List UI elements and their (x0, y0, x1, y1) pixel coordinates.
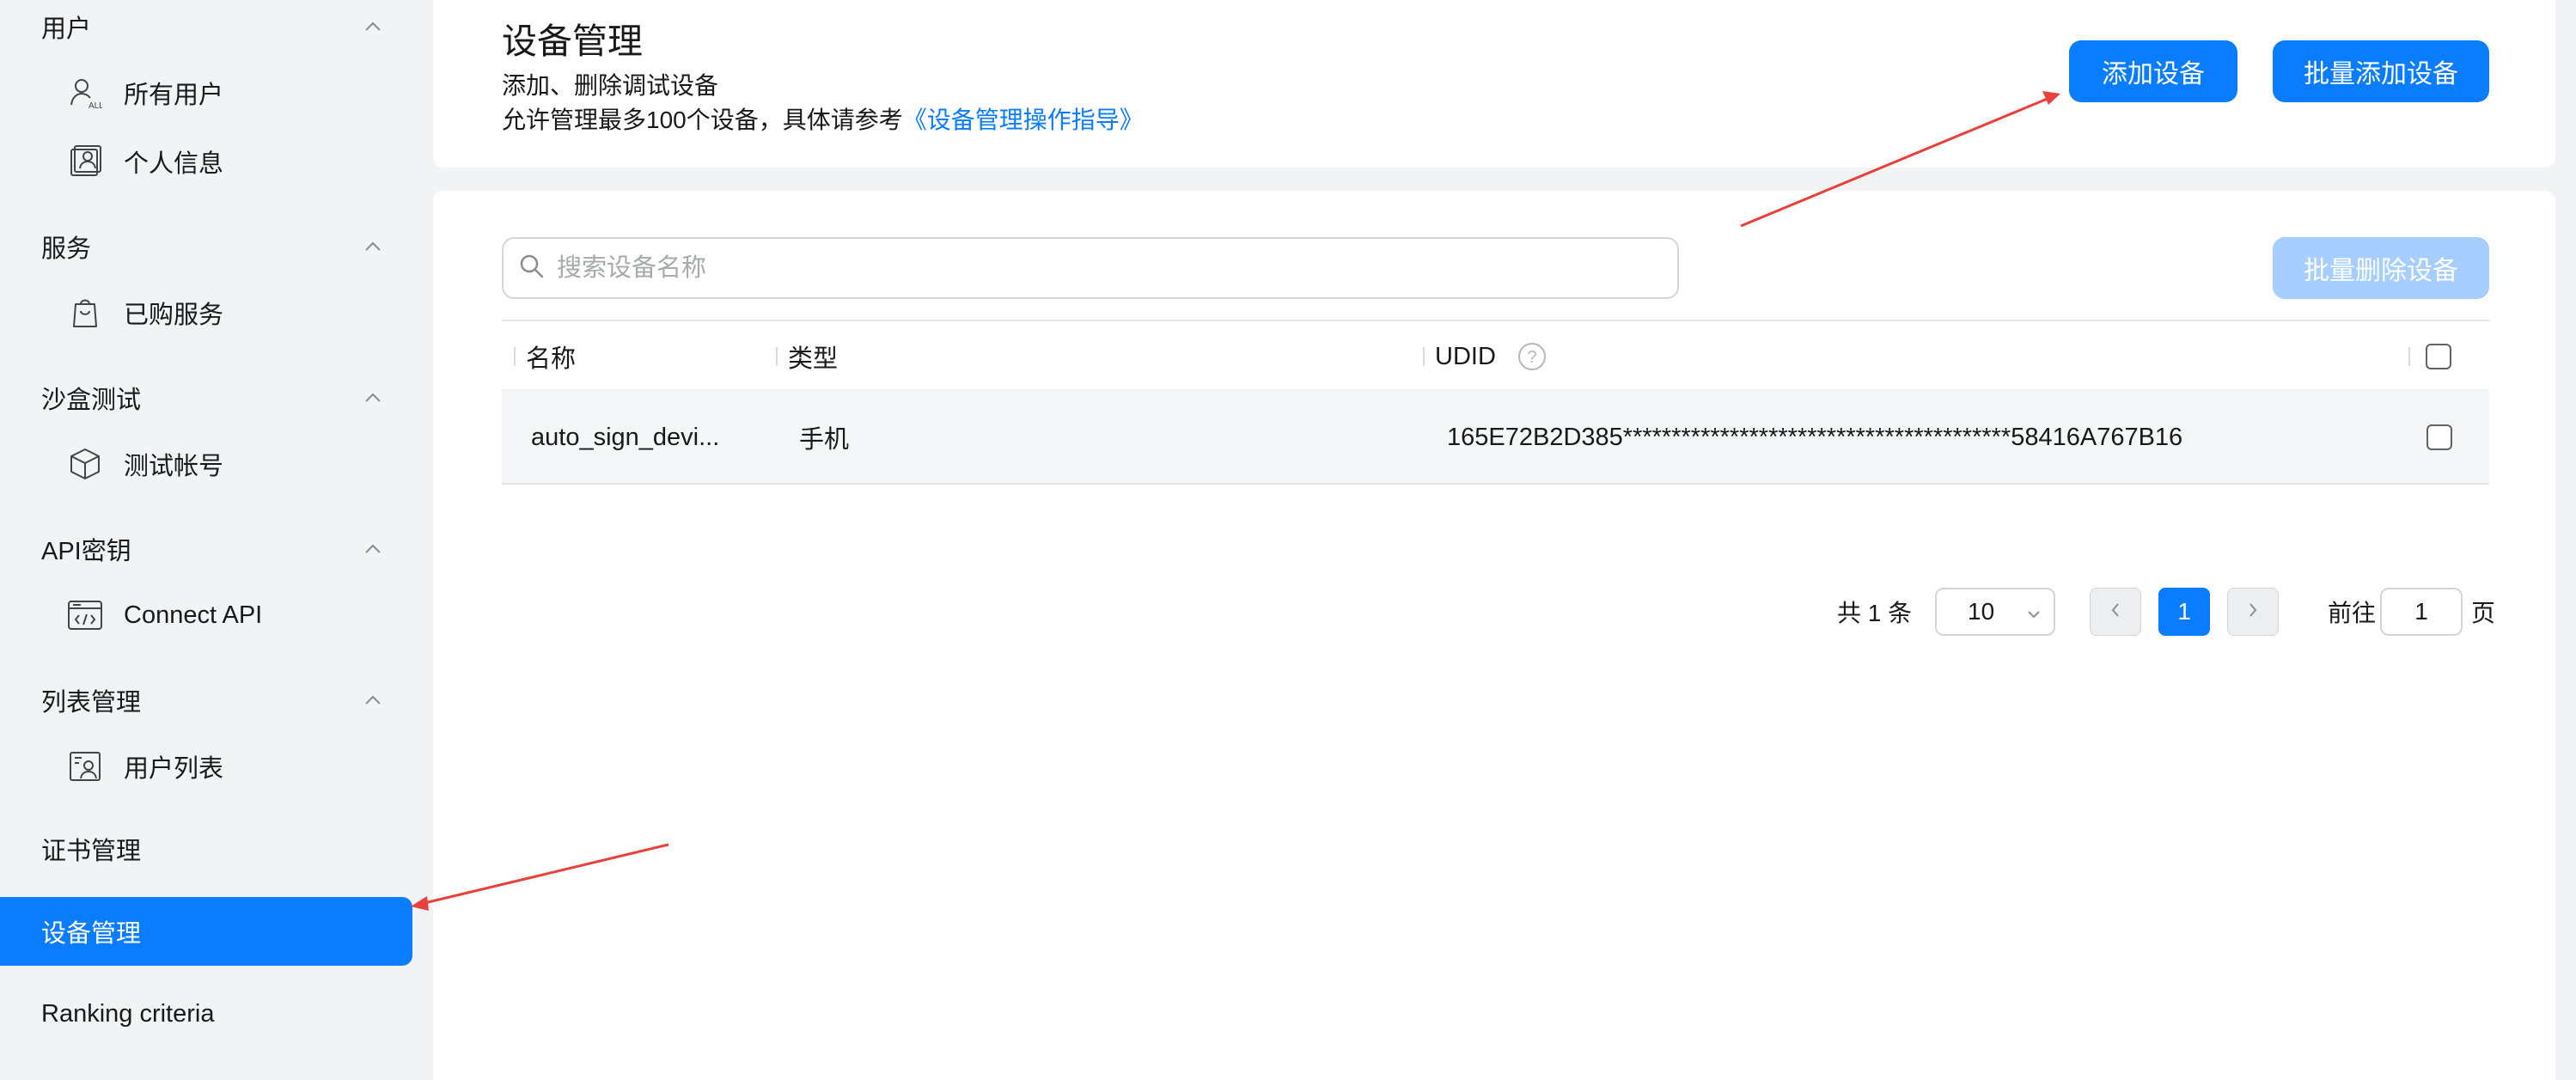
page-limit-text: 允许管理最多100个设备，具体请参考《设备管理操作指导》 (502, 101, 1144, 136)
user-list-icon (67, 748, 103, 784)
code-window-icon (67, 597, 103, 633)
search-icon (519, 253, 545, 284)
batch-add-device-button[interactable]: 批量添加设备 (2273, 40, 2489, 102)
sidebar-group-label: API密钥 (41, 538, 131, 565)
sidebar-item-user-list[interactable]: 用户列表 (67, 742, 411, 790)
sidebar-group-label: 用户 (41, 15, 92, 43)
column-header-label: 类型 (788, 345, 839, 373)
column-divider (2408, 347, 2410, 366)
help-icon[interactable]: ? (1517, 341, 1547, 372)
goto-page-input[interactable]: 1 (2380, 588, 2463, 636)
column-divider (776, 347, 778, 366)
sidebar-item-label: 测试帐号 (124, 453, 224, 480)
column-header-label: UDID (1435, 342, 1496, 370)
sidebar-item-connect-api[interactable]: Connect API (67, 591, 411, 639)
column-divider-select (2408, 321, 2420, 392)
chevron-up-icon (361, 15, 385, 39)
column-header-label: 名称 (526, 345, 577, 373)
sidebar: 用户 ALL 所有用户 个人信息 服务 已购服务 沙盒测试 测试帐号 API密钥… (0, 0, 433, 1080)
sidebar-item-label: 证书管理 (41, 838, 142, 865)
cell-device-name: auto_sign_devi... (531, 423, 720, 451)
chevron-up-icon (361, 688, 385, 712)
sidebar-group-api-keys[interactable]: API密钥 (41, 528, 385, 570)
limit-text: 允许管理最多100个设备，具体请参考 (502, 107, 903, 133)
guide-link[interactable]: 《设备管理操作指导》 (903, 107, 1144, 133)
sidebar-item-device-management[interactable]: 设备管理 (0, 897, 412, 966)
select-all-checkbox[interactable] (2426, 344, 2451, 369)
device-list-card: 批量删除设备 名称 类型 UDID ? aut (433, 191, 2555, 1080)
sidebar-item-purchased-services[interactable]: 已购服务 (67, 289, 411, 337)
search-box[interactable] (502, 237, 1679, 299)
sidebar-item-test-account[interactable]: 测试帐号 (67, 440, 411, 488)
page-header-card: 设备管理 添加、删除调试设备 允许管理最多100个设备，具体请参考《设备管理操作… (433, 0, 2555, 168)
sidebar-group-label: 列表管理 (41, 689, 142, 717)
chevron-right-icon (2247, 601, 2259, 623)
sidebar-item-label: 设备管理 (41, 920, 142, 948)
column-divider (1423, 347, 1425, 366)
svg-text:ALL: ALL (89, 101, 102, 110)
pagination-total: 共 1 条 (1837, 600, 1913, 626)
goto-prefix: 前往 (2328, 600, 2377, 626)
chevron-left-icon (2109, 601, 2121, 623)
sidebar-item-label: 用户列表 (124, 755, 224, 783)
sidebar-item-certificates[interactable]: 证书管理 (0, 815, 412, 883)
column-header-name[interactable]: 名称 (514, 321, 576, 392)
sidebar-group-list-management[interactable]: 列表管理 (41, 680, 385, 721)
sidebar-group-label: 沙盒测试 (41, 387, 142, 414)
sidebar-item-label: 个人信息 (124, 150, 224, 178)
sidebar-item-ranking-criteria[interactable]: Ranking criteria (0, 979, 412, 1048)
sidebar-group-label: 服务 (41, 235, 92, 263)
search-input[interactable] (557, 253, 1588, 283)
chevron-down-icon (2026, 598, 2042, 625)
sidebar-group-users[interactable]: 用户 (41, 6, 385, 47)
sidebar-group-sandbox[interactable]: 沙盒测试 (41, 377, 385, 418)
column-divider (514, 347, 516, 366)
page-button-current[interactable]: 1 (2158, 588, 2210, 636)
page-description: 添加、删除调试设备 (502, 72, 719, 99)
column-header-udid[interactable]: UDID ? (1423, 321, 1547, 392)
cell-device-udid: 165E72B2D385****************************… (1447, 423, 2183, 451)
goto-suffix: 页 (2471, 600, 2496, 626)
table-header: 名称 类型 UDID ? (502, 320, 2489, 390)
svg-text:?: ? (1527, 348, 1536, 367)
sidebar-item-all-users[interactable]: ALL 所有用户 (67, 69, 411, 117)
pagination: 共 1 条 10 1 前往 1 页 (433, 588, 2555, 636)
prev-page-button[interactable] (2090, 588, 2141, 636)
chevron-up-icon (361, 386, 385, 410)
sidebar-item-label: Ranking criteria (41, 999, 215, 1028)
page-size-select[interactable]: 10 (1935, 588, 2055, 636)
cell-device-type: 手机 (799, 426, 850, 454)
user-all-icon: ALL (67, 75, 103, 111)
table-row[interactable]: auto_sign_devi... 手机 165E72B2D385*******… (502, 390, 2489, 485)
sidebar-item-label: 所有用户 (124, 82, 224, 109)
page-title: 设备管理 (502, 21, 643, 61)
chevron-up-icon (361, 235, 385, 259)
batch-delete-device-button[interactable]: 批量删除设备 (2273, 237, 2489, 299)
sidebar-item-profile[interactable]: 个人信息 (67, 137, 411, 186)
add-device-button[interactable]: 添加设备 (2069, 40, 2237, 102)
page-size-value: 10 (1968, 598, 1995, 625)
sidebar-item-label: Connect API (124, 601, 263, 629)
column-header-type[interactable]: 类型 (776, 321, 838, 392)
cube-icon (67, 446, 103, 482)
device-table: 名称 类型 UDID ? auto_sign_devi... 手机 165E72… (502, 320, 2489, 485)
sidebar-group-services[interactable]: 服务 (41, 226, 385, 267)
shopping-bag-icon (67, 295, 103, 331)
sidebar-item-label: 已购服务 (124, 302, 224, 329)
profile-icon (67, 143, 103, 180)
chevron-up-icon (361, 537, 385, 561)
row-checkbox[interactable] (2426, 424, 2452, 450)
next-page-button[interactable] (2227, 588, 2279, 636)
